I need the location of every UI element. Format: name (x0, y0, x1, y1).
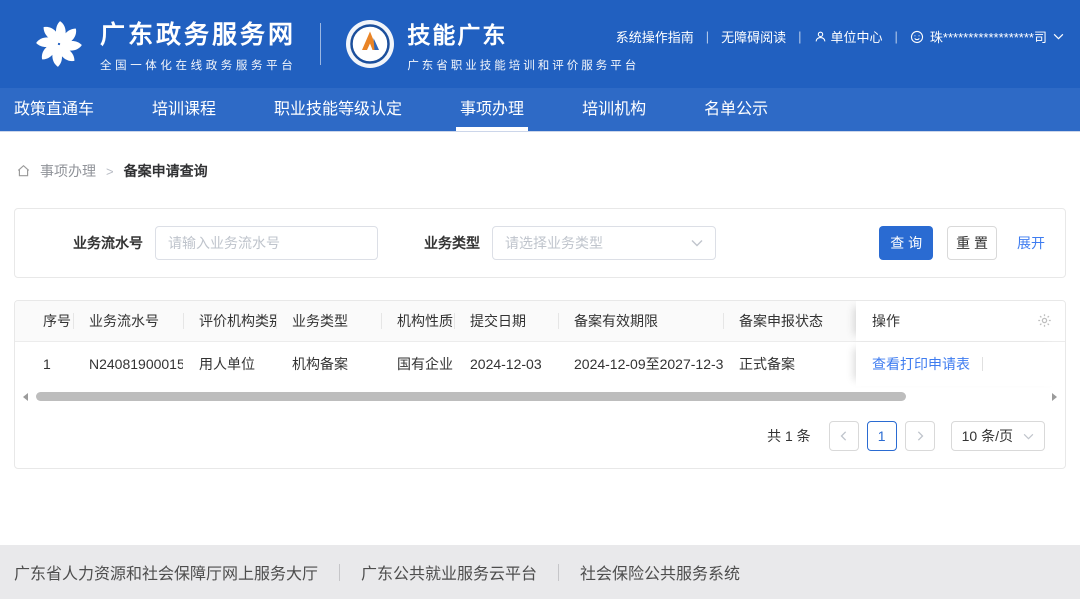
records-table-card: 序号 业务流水号 评价机构类别 业务类型 机构性质 提交日期 备案有效期限 备案… (14, 300, 1066, 469)
user-account-menu[interactable]: 珠******************司 (910, 27, 1064, 46)
header-links: 系统操作指南 | 无障碍阅读 | 单位中心 | 珠***************… (616, 27, 1064, 46)
footer-link-social-insurance[interactable]: 社会保险公共服务系统 (580, 560, 740, 584)
serial-number-input[interactable] (155, 226, 378, 260)
pagination: 共 1 条 1 10 条/页 (15, 404, 1065, 468)
header-link-divider: | (798, 29, 801, 44)
app-title: 技能广东 (407, 16, 639, 50)
footer-link-employment-cloud[interactable]: 广东公共就业服务云平台 (361, 560, 537, 584)
brand-divider (320, 23, 321, 65)
chevron-down-icon (1023, 433, 1034, 440)
serial-number-label: 业务流水号 (73, 233, 143, 253)
search-filter-panel: 业务流水号 业务类型 请选择业务类型 查 询 重 置 展开 (14, 208, 1066, 278)
action-divider (982, 357, 983, 371)
table-row: 1 N240819000158 用人单位 机构备案 国有企业 2024-12-0… (15, 342, 1065, 386)
accessibility-link[interactable]: 无障碍阅读 (721, 27, 786, 46)
person-icon (814, 30, 827, 43)
app-subtitle: 广东省职业技能培训和评价服务平台 (407, 57, 639, 73)
business-type-label: 业务类型 (424, 233, 480, 253)
breadcrumb-separator: > (106, 164, 114, 179)
chevron-down-icon (691, 239, 703, 247)
username-masked: 珠******************司 (930, 27, 1047, 46)
main-nav: 政策直通车 培训课程 职业技能等级认定 事项办理 培训机构 名单公示 (0, 88, 1080, 131)
breadcrumb: 事项办理 > 备案申请查询 (16, 161, 1080, 181)
nav-item-public-list[interactable]: 名单公示 (700, 88, 772, 131)
chevron-down-icon (1053, 33, 1064, 40)
scrollbar-track[interactable] (34, 392, 1046, 401)
unit-center-link[interactable]: 单位中心 (814, 27, 883, 46)
cell-biz-type: 机构备案 (276, 342, 381, 386)
cell-submit-date: 2024-12-03 (454, 342, 558, 386)
header-link-divider: | (895, 29, 898, 44)
top-header: 广东政务服务网 全国一体化在线政务服务平台 技能广东 广东省职业技能培训和评价服… (0, 0, 1080, 88)
nav-item-skill-level-certification[interactable]: 职业技能等级认定 (270, 88, 406, 131)
cell-status: 正式备案 (723, 342, 856, 386)
nav-item-training-institutions[interactable]: 培训机构 (578, 88, 650, 131)
horizontal-scrollbar (23, 389, 1057, 404)
view-print-application-link[interactable]: 查看打印申请表 (872, 354, 970, 374)
footer: 广东省人力资源和社会保障厅网上服务大厅 广东公共就业服务云平台 社会保险公共服务… (0, 545, 1080, 599)
reset-button[interactable]: 重 置 (947, 226, 997, 260)
footer-link-hrss-hall[interactable]: 广东省人力资源和社会保障厅网上服务大厅 (14, 560, 318, 584)
cell-org-category: 用人单位 (183, 342, 276, 386)
next-page-button[interactable] (905, 421, 935, 451)
prev-page-button[interactable] (829, 421, 859, 451)
gd-gov-pinwheel-logo-icon (32, 17, 86, 71)
site-subtitle: 全国一体化在线政务服务平台 (100, 57, 296, 73)
site-title: 广东政务服务网 (100, 15, 296, 51)
business-type-placeholder: 请选择业务类型 (505, 233, 603, 253)
home-icon[interactable] (16, 164, 31, 178)
col-header-status: 备案申报状态 (723, 301, 856, 341)
col-header-submit-date: 提交日期 (454, 301, 558, 341)
total-count: 共 1 条 (767, 426, 811, 446)
breadcrumb-parent[interactable]: 事项办理 (40, 161, 96, 181)
cell-serial: N240819000158 (73, 342, 183, 386)
col-header-actions: 操作 (856, 301, 1065, 341)
table-header-row: 序号 业务流水号 评价机构类别 业务类型 机构性质 提交日期 备案有效期限 备案… (15, 301, 1065, 342)
system-guide-link[interactable]: 系统操作指南 (616, 27, 694, 46)
business-type-select[interactable]: 请选择业务类型 (492, 226, 716, 260)
skill-gd-badge-logo-icon (345, 19, 395, 69)
brand-area: 广东政务服务网 全国一体化在线政务服务平台 技能广东 广东省职业技能培训和评价服… (32, 15, 639, 73)
col-header-seq: 序号 (15, 301, 73, 341)
query-button[interactable]: 查 询 (879, 226, 933, 260)
col-header-org-category: 评价机构类别 (183, 301, 276, 341)
page-number-button[interactable]: 1 (867, 421, 897, 451)
breadcrumb-current: 备案申请查询 (124, 161, 208, 181)
scroll-right-arrow-icon[interactable] (1052, 393, 1057, 401)
scrollbar-thumb[interactable] (36, 392, 906, 401)
col-header-biz-type: 业务类型 (276, 301, 381, 341)
column-settings-gear-icon[interactable] (1037, 313, 1052, 328)
page-size-select[interactable]: 10 条/页 (951, 421, 1045, 451)
cell-org-nature: 国有企业 (381, 342, 454, 386)
nav-item-training-courses[interactable]: 培训课程 (148, 88, 220, 131)
footer-divider (339, 564, 340, 581)
expand-link[interactable]: 展开 (1017, 233, 1045, 253)
cell-validity: 2024-12-09至2027-12-31 (558, 342, 723, 386)
avatar-smiley-icon (910, 30, 924, 44)
col-header-validity: 备案有效期限 (558, 301, 723, 341)
col-header-org-nature: 机构性质 (381, 301, 454, 341)
col-header-serial: 业务流水号 (73, 301, 183, 341)
cell-actions: 查看打印申请表 (856, 342, 1065, 386)
header-link-divider: | (706, 29, 709, 44)
scroll-left-arrow-icon[interactable] (23, 393, 28, 401)
cell-seq: 1 (15, 342, 73, 386)
nav-item-matters-handling[interactable]: 事项办理 (456, 88, 528, 131)
footer-divider (558, 564, 559, 581)
nav-item-policy[interactable]: 政策直通车 (10, 88, 98, 131)
